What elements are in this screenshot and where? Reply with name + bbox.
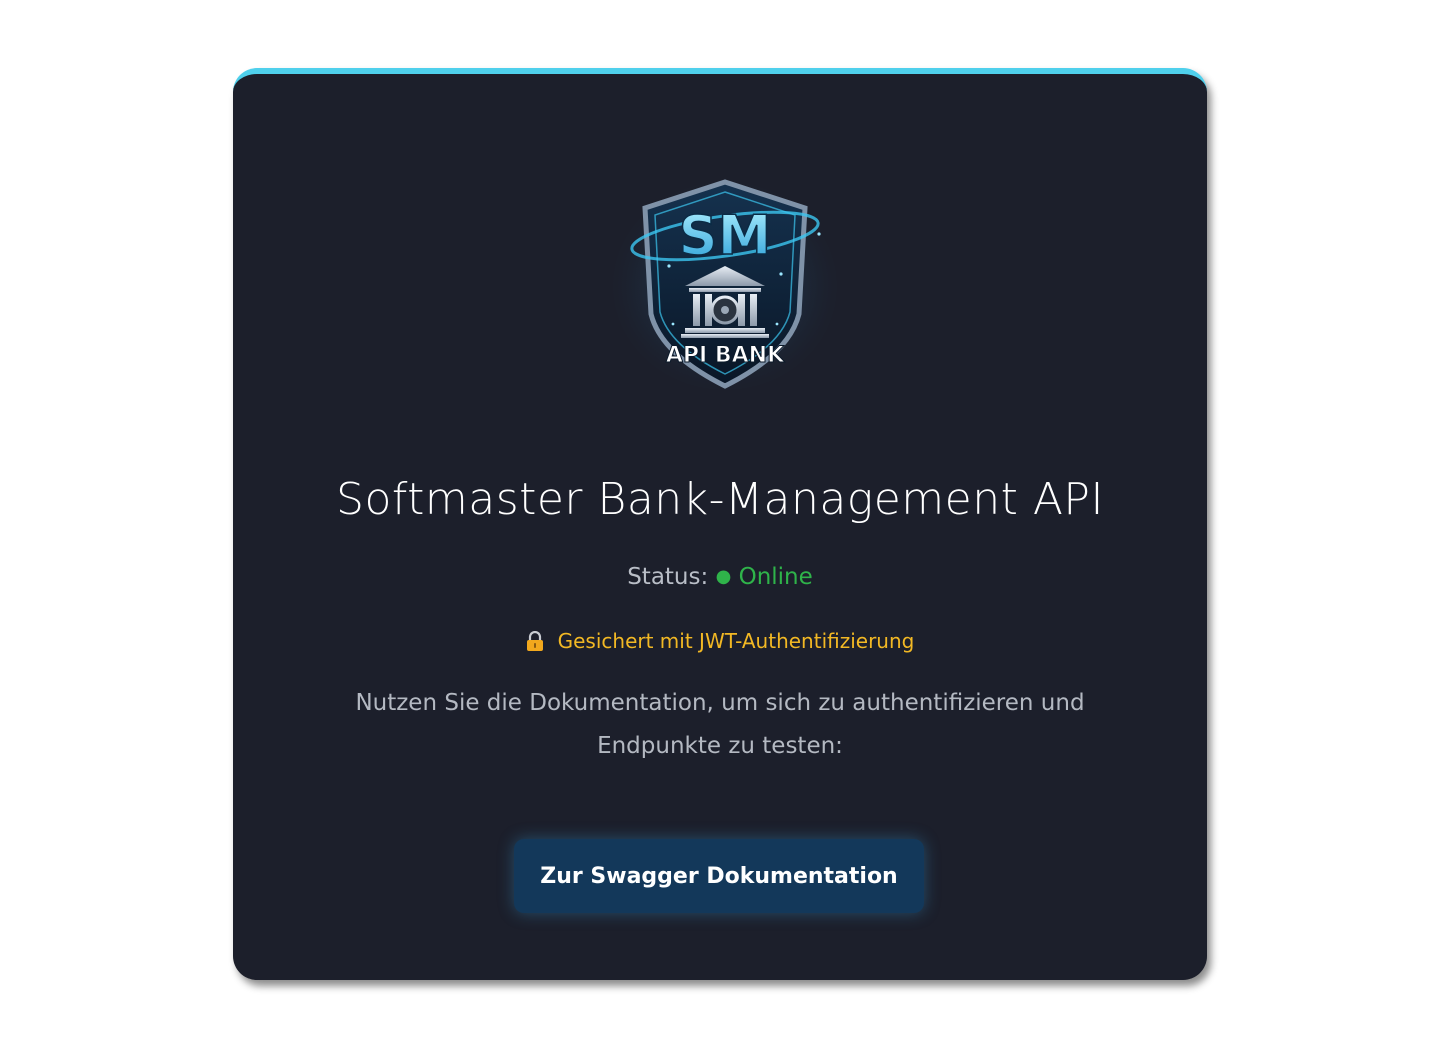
page-title: Softmaster Bank-Management API	[336, 474, 1104, 525]
status-value: Online	[738, 564, 813, 590]
logo-label: API BANK	[666, 343, 785, 368]
security-text: Gesichert mit JWT-Authentifizierung	[557, 629, 915, 653]
api-bank-logo: SM API BANK	[609, 174, 841, 396]
status-label: Status:	[627, 564, 709, 590]
lock-icon	[526, 630, 544, 651]
security-note: Gesichert mit JWT-Authentifizierung	[233, 629, 1207, 653]
swagger-docs-button[interactable]: Zur Swagger Dokumentation	[514, 839, 924, 913]
api-card: SM API BANK Softmaster Bank-Management A…	[233, 68, 1207, 980]
status-dot-icon: ●	[715, 566, 732, 587]
status-line: Status: ● Online	[233, 564, 1207, 590]
instructions-text: Nutzen Sie die Dokumentation, um sich zu…	[355, 690, 1085, 759]
logo-monogram: SM	[679, 204, 772, 267]
